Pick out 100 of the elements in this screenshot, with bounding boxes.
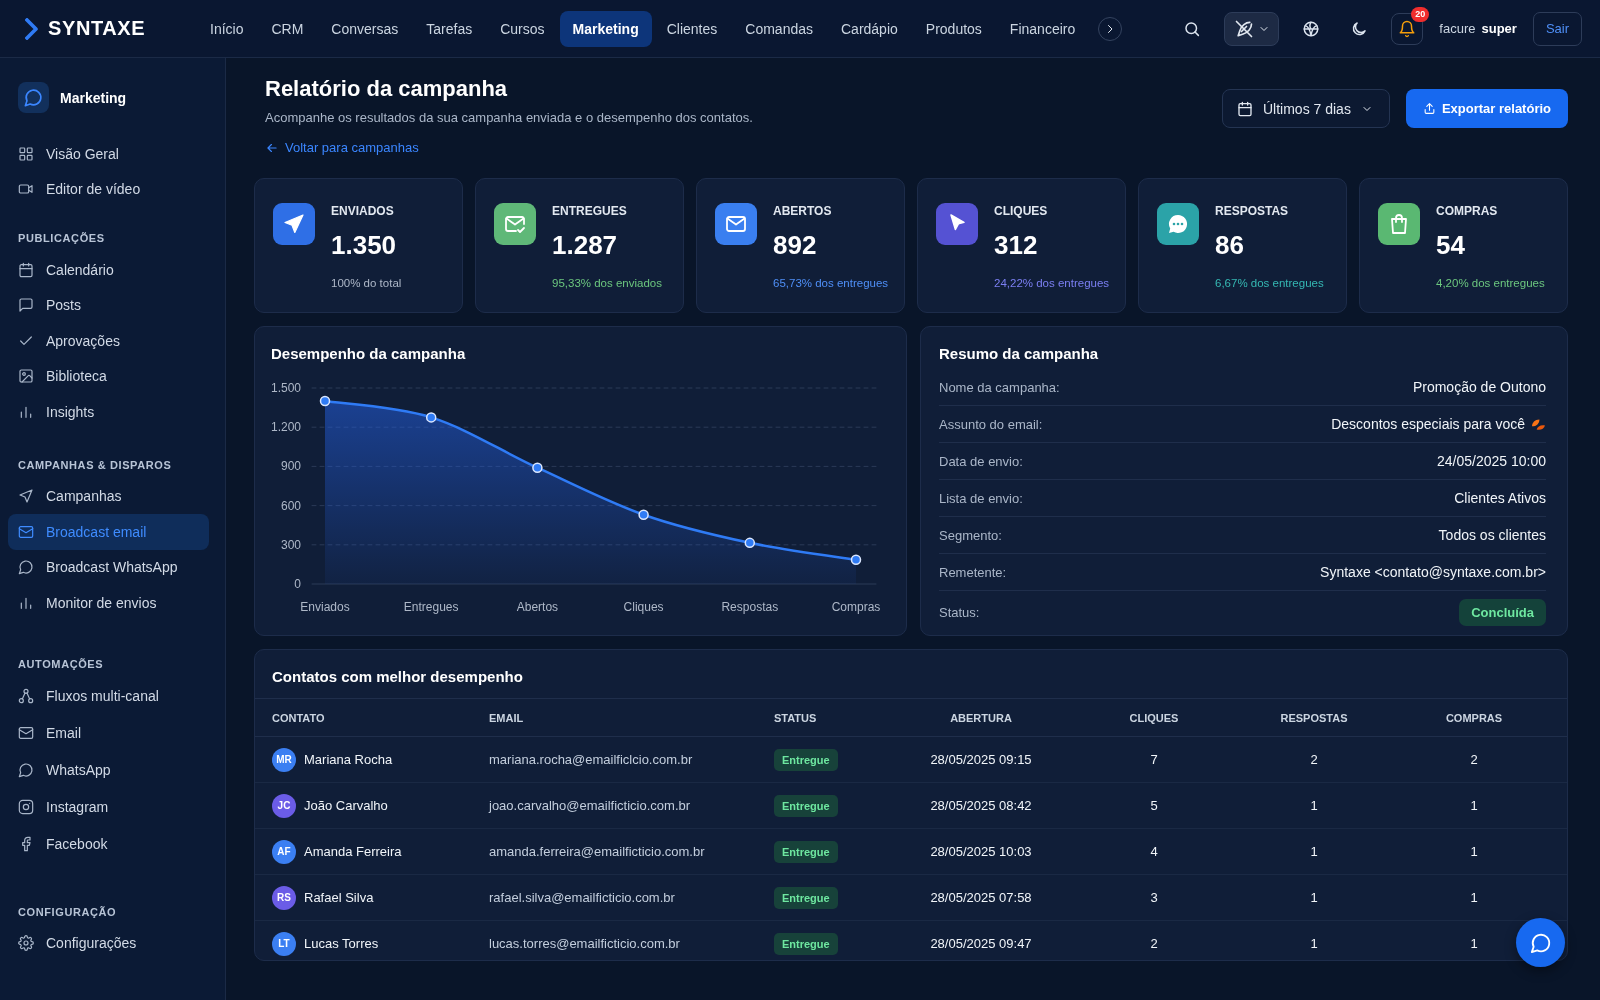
sidebar-item[interactable]: Biblioteca [8,358,209,394]
period-dropdown[interactable]: Últimos 7 dias [1222,89,1390,128]
nav-tab[interactable]: Financeiro [996,10,1089,47]
chat-bubble-icon [18,82,49,113]
status-badge: Entregue [774,932,838,955]
table-cell: rafael.silva@emailficticio.com.br [489,890,675,905]
sidebar-item[interactable]: Broadcast WhatsApp [8,549,209,585]
table-cell: 1 [1310,798,1318,813]
stat-label: ABERTOS [773,203,833,219]
axis-label: 0 [294,577,301,591]
table-cell: 28/05/2025 10:03 [930,844,1032,859]
table-cell: joao.carvalho@emailficticio.com.br [489,798,691,813]
column-header: CLIQUES [1129,711,1179,724]
leaf-icon [1531,417,1546,431]
sidebar-item[interactable]: Visão Geral [8,136,209,172]
user-role: super [1481,21,1517,36]
sidebar-item[interactable]: Configurações [8,925,209,961]
logout-button[interactable]: Sair [1532,11,1582,46]
stat-note: 65,73% dos entregues [773,276,889,291]
table-cell: 28/05/2025 09:47 [930,936,1032,951]
nav-tab[interactable]: Clientes [653,10,731,47]
status-badge: Entregue [774,748,838,771]
moon-icon [1350,19,1369,38]
table-cell: 4 [1150,844,1158,859]
sidebar-item[interactable]: Fluxos multi-canal [8,677,209,715]
nav-tab[interactable]: Início [197,10,257,47]
table-cell: 28/05/2025 09:15 [930,752,1032,767]
user-name: facure [1439,21,1476,36]
table-cell: 1 [1310,936,1318,951]
stat-label: CLIQUES [994,203,1049,219]
nav-tab[interactable]: Produtos [912,10,995,47]
sidebar-item[interactable]: Insights [8,394,209,430]
sidebar-item[interactable]: Calendário [8,252,209,288]
field-value: Syntaxe <contato@syntaxe.com.br> [1320,564,1546,580]
contact-name: Mariana Rocha [304,752,393,767]
chevron-logo-icon [25,17,39,40]
table-cell: 7 [1150,752,1158,767]
nav-tab[interactable]: Tarefas [413,10,486,47]
table-cell: mariana.rocha@emailficlcio.com.br [489,752,693,767]
stat-note: 100% do total [331,276,402,291]
section-heading: CONFIGURAÇÃO [17,904,118,919]
sidebar-item[interactable]: Email [8,714,209,752]
sidebar-item[interactable]: Broadcast email [8,514,209,550]
field-label: Status: [939,604,980,620]
data-point [425,412,437,423]
stat-value: 892 [773,229,818,261]
status-badge: Entregue [774,886,838,909]
table-cell: 2 [1470,752,1478,767]
stat-note: 4,20% dos entregues [1436,276,1545,291]
nav-tab[interactable]: Comandas [732,10,826,47]
section-heading: PUBLICAÇÕES [17,231,106,245]
table-cell: 1 [1310,890,1318,905]
upload-icon [1422,102,1436,115]
nav-tab[interactable]: Cardápio [828,10,911,47]
axis-label: Respostas [721,600,779,614]
pen-menu-button[interactable] [1224,11,1280,46]
sidebar-item[interactable]: Monitor de envios [8,585,209,621]
column-header: RESPOSTAS [1280,711,1348,724]
instagram-icon [18,799,34,815]
table-cell: lucas.torres@emailficticio.com.br [489,936,680,951]
axis-label: 900 [280,459,301,474]
field-label: Segmento: [939,527,1002,543]
nav-tab[interactable]: Conversas [318,10,412,47]
field-value: Descontos especiais para você [1331,416,1525,432]
export-button[interactable]: Exportar relatório [1405,89,1568,128]
axis-label: Abertos [516,600,559,614]
data-point [850,554,862,566]
calendar-icon [1237,100,1253,117]
back-link[interactable]: Voltar para campanhas [265,139,419,157]
stat-note: 6,67% dos entregues [1215,276,1324,291]
nav-tab[interactable]: Cursos [487,10,558,47]
column-header: CONTATO [272,711,326,724]
sidebar-item[interactable]: Posts [8,287,209,323]
column-header: COMPRAS [1445,711,1503,724]
sidebar-item[interactable]: WhatsApp [8,751,209,789]
table-cell: 2 [1310,752,1318,767]
axis-label: Enviados [300,600,350,614]
sidebar-item[interactable]: Editor de vídeo [8,171,209,207]
stat-label: ENTREGUES [552,203,628,219]
field-value: Clientes Ativos [1454,490,1546,506]
grid-icon [18,145,34,162]
sidebar-item[interactable]: Instagram [8,788,209,826]
panel-title: Contatos com melhor desempenho [272,668,523,686]
search-icon [1183,19,1202,38]
sidebar-item[interactable]: Facebook [8,825,209,863]
axis-label: 600 [280,498,301,513]
panel-title: Resumo da campanha [939,345,1100,363]
column-header: ABERTURA [950,711,1012,724]
stat-value: 1.287 [552,229,619,261]
table-cell: amanda.ferreira@emailficticio.com.br [489,844,705,859]
nav-tab[interactable]: Marketing [559,10,652,47]
nav-tab[interactable]: CRM [258,10,317,47]
stat-value: 312 [994,229,1039,261]
envelope-icon [18,725,34,741]
data-point [638,509,649,520]
sidebar-item[interactable]: Aprovações [8,323,209,359]
field-label: Assunto do email: [939,416,1043,432]
stat-note: 24,22% dos entregues [994,276,1110,291]
sidebar-item[interactable]: Campanhas [8,478,209,514]
contact-avatar: RS [272,885,296,910]
